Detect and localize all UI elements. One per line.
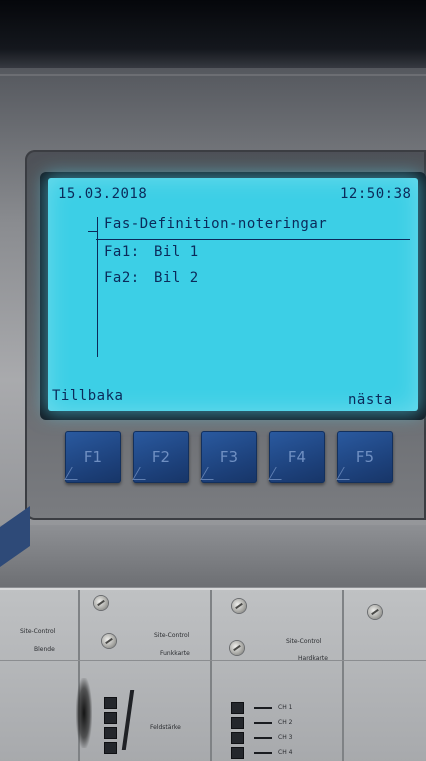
softkey-next-label: nästa — [348, 392, 393, 408]
row-value-fa1: Bil 1 — [154, 244, 199, 260]
module-rack — [0, 588, 426, 761]
signal-led — [104, 697, 117, 709]
key-corner-icon — [336, 467, 357, 480]
f2-button[interactable]: F2 — [132, 431, 189, 483]
channel-dash — [254, 737, 272, 739]
title-underline — [96, 239, 410, 240]
signal-led — [104, 742, 117, 754]
lcd-screen: 15.03.2018 12:50:38 Fas-Definition-noter… — [48, 178, 418, 411]
key-corner-icon — [64, 467, 85, 480]
field-strength-label: Feldstärke — [150, 724, 181, 731]
channel-label: CH 3 — [278, 734, 293, 741]
f1-label: F1 — [83, 448, 103, 466]
row-label-fa1: Fa1: — [104, 244, 140, 260]
title-notch — [88, 231, 97, 232]
module2-label-line2: Funkkarte — [160, 650, 190, 657]
panel-divider — [0, 74, 426, 76]
channel-dash — [254, 752, 272, 754]
time-display: 12:50:38 — [340, 186, 412, 202]
softkey-back-label: Tillbaka — [52, 388, 124, 404]
screw-icon — [230, 641, 244, 655]
rack-divider — [0, 660, 426, 661]
channel-led — [231, 747, 244, 759]
channel-led — [231, 732, 244, 744]
screen-title: Fas-Definition-noteringar — [104, 216, 328, 232]
slot-divider — [210, 590, 212, 761]
dark-smudge — [76, 678, 92, 748]
date-display: 15.03.2018 — [58, 186, 148, 202]
module3-label-line2: Hardkarte — [298, 655, 328, 662]
channel-dash — [254, 722, 272, 724]
key-corner-icon — [132, 467, 153, 480]
channel-led — [231, 702, 244, 714]
row-value-fa2: Bil 2 — [154, 270, 199, 286]
channel-label: CH 4 — [278, 749, 293, 756]
channel-label: CH 1 — [278, 704, 293, 711]
f3-label: F3 — [219, 448, 239, 466]
channel-label: CH 2 — [278, 719, 293, 726]
key-corner-icon — [268, 467, 289, 480]
signal-led — [104, 712, 117, 724]
slot-divider — [342, 590, 344, 761]
module1-label-line1: Site-Control — [20, 628, 56, 635]
module2-label-line1: Site-Control — [154, 632, 190, 639]
device-photo: 15.03.2018 12:50:38 Fas-Definition-noter… — [0, 0, 426, 761]
screw-icon — [102, 634, 116, 648]
module3-label-line1: Site-Control — [286, 638, 322, 645]
signal-led — [104, 727, 117, 739]
f3-button[interactable]: F3 — [200, 431, 257, 483]
content-left-rule — [97, 217, 98, 357]
f4-label: F4 — [287, 448, 307, 466]
panel-lower-strip — [0, 525, 426, 587]
module1-label-line2: Blende — [34, 646, 55, 653]
channel-dash — [254, 707, 272, 709]
screw-icon — [94, 596, 108, 610]
background-top — [0, 0, 426, 70]
f5-label: F5 — [355, 448, 375, 466]
row-label-fa2: Fa2: — [104, 270, 140, 286]
f4-button[interactable]: F4 — [268, 431, 325, 483]
screw-icon — [368, 605, 382, 619]
channel-led — [231, 717, 244, 729]
key-corner-icon — [200, 467, 221, 480]
f2-label: F2 — [151, 448, 171, 466]
screw-icon — [232, 599, 246, 613]
f5-button[interactable]: F5 — [336, 431, 393, 483]
f1-button[interactable]: F1 — [64, 431, 121, 483]
